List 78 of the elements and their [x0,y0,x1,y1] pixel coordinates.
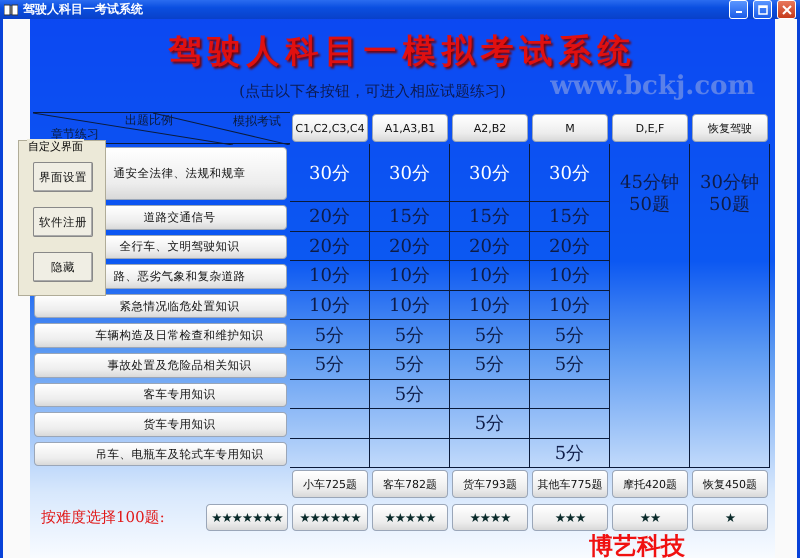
app-title: 驾驶人科目一模拟考试系统 [168,30,636,72]
score-cell: 30分 [290,144,370,202]
score-cell: 20分 [530,232,610,262]
score-cell: 5分 [450,350,530,380]
corner-label: 章节练习 [51,126,99,141]
score-cell: 5分 [370,380,450,410]
score-cell: 5分 [530,438,610,468]
exam-button[interactable]: A1,A3,B1 [372,114,448,142]
exam-button[interactable]: M [532,114,608,142]
exam-button[interactable]: 恢复驾驶 [692,114,768,142]
score-cell: 15分 [450,202,530,232]
score-cell: 5分 [290,320,370,350]
difficulty-button[interactable]: ★★★ [532,504,608,531]
exam-duration: 45分钟 [620,172,679,194]
score-cell: 5分 [370,350,450,380]
maximize-button[interactable] [753,0,772,19]
chapter-button[interactable]: 紧急情况临危处置知识 [34,294,287,318]
score-cell: 30分 [530,144,610,202]
chapter-button[interactable]: 车辆构造及日常检查和维护知识 [34,323,287,348]
close-icon [782,4,792,14]
score-cell: 5分 [530,320,610,350]
score-cell: 10分 [530,290,610,320]
question-bank-button[interactable]: 恢复450题 [692,470,768,498]
score-cell: 10分 [290,261,370,291]
score-cell: 5分 [290,350,370,380]
difficulty-label: 按难度选择100题: [41,508,165,527]
question-bank-button[interactable]: 其他车775题 [532,470,608,498]
close-button[interactable] [777,0,796,19]
difficulty-button[interactable]: ★★ [612,504,688,531]
score-cell: 15分 [530,202,610,232]
difficulty-button[interactable]: ★★★★★★ [292,504,368,531]
score-cell: 20分 [370,232,450,262]
score-cell: 10分 [530,261,610,291]
question-bank-button[interactable]: 小车725题 [292,470,368,498]
chapter-button[interactable]: 货车专用知识 [34,412,287,437]
subtitle: (点击以下各按钮，可进入相应试题练习) [239,82,506,101]
corner-label: 出题比例 [125,112,173,129]
panel-button[interactable]: 隐藏 [33,252,93,282]
chapter-button[interactable]: 事故处置及危险品相关知识 [34,352,287,378]
exam-button[interactable]: A2,B2 [452,114,528,142]
book-icon [4,4,18,16]
exam-duration: 30分钟 [700,172,759,194]
question-bank-button[interactable]: 货车793题 [452,470,528,498]
question-count: 50题 [709,194,750,216]
score-cell: 5分 [370,320,450,350]
difficulty-button[interactable]: ★★★★ [452,504,528,531]
difficulty-button[interactable]: ★ [692,504,768,531]
score-cell: 20分 [450,232,530,262]
score-cell: 10分 [290,290,370,320]
score-cell: 10分 [370,261,450,291]
score-cell: 10分 [450,261,530,291]
corner-label: 模拟考试 [233,113,281,130]
chapter-button[interactable]: 吊车、电瓶车及轮式车专用知识 [34,442,287,466]
difficulty-button[interactable]: ★★★★★ [372,504,448,531]
score-cell: 5分 [530,350,610,380]
question-bank-button[interactable]: 摩托420题 [612,470,688,498]
score-cell: 20分 [290,232,370,262]
maximize-icon [758,4,768,14]
exam-button[interactable]: C1,C2,C3,C4 [292,114,368,142]
difficulty-button[interactable]: ★★★★★★★ [206,504,288,531]
panel-button[interactable]: 软件注册 [33,207,93,237]
score-cell: 30分 [450,144,530,202]
score-cell: 10分 [370,290,450,320]
score-cell: 15分 [370,202,450,232]
score-cell: 30分 [370,144,450,202]
score-cell: 5分 [450,409,530,439]
exam-button[interactable]: D,E,F [612,114,688,142]
panel-title: 自定义界面 [27,139,84,154]
chapter-button[interactable]: 客车专用知识 [34,382,287,408]
question-count: 50题 [629,194,670,216]
panel-button[interactable]: 界面设置 [33,162,93,192]
question-bank-button[interactable]: 客车782题 [372,470,448,498]
score-cell: 20分 [290,202,370,232]
score-cell: 5分 [450,320,530,350]
score-cell: 10分 [450,290,530,320]
site-logo: www.bckj.com [550,71,755,101]
window-title: 驾驶人科目一考试系统 [23,1,144,18]
minimize-button[interactable] [729,0,748,19]
